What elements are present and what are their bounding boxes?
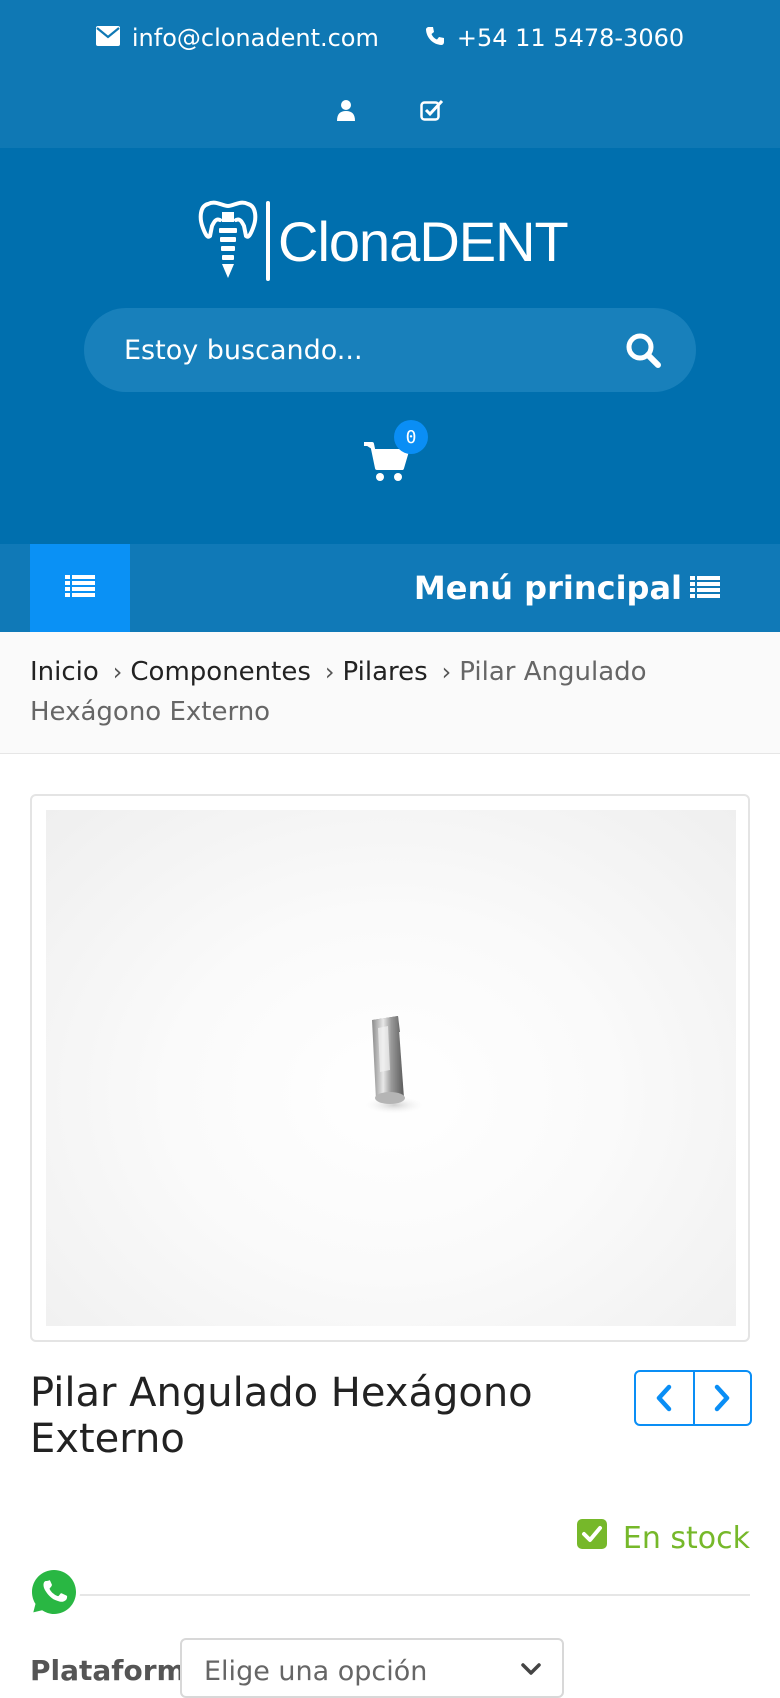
product-title: Pilar Angulado Hexágono Externo — [30, 1370, 533, 1462]
phone-icon — [425, 24, 445, 52]
product-pager — [634, 1370, 752, 1426]
breadcrumb: Inicio › Componentes › Pilares › Pilar Angulad… — [0, 632, 780, 754]
cart-button[interactable]: 0 — [364, 420, 428, 486]
phone-text: +54 11 5478-3060 — [456, 24, 685, 52]
email-text: info@clonadent.com — [131, 24, 379, 52]
breadcrumb-item-componentes[interactable]: Componentes — [130, 657, 311, 687]
platform-select[interactable]: Elige una opción — [180, 1638, 564, 1698]
main-menu-label: Menú principal — [413, 569, 682, 607]
contact-row: info@clonadent.com +54 11 5478-3060 — [0, 18, 780, 58]
stock-status: En stock — [576, 1518, 750, 1558]
checkbox-icon[interactable] — [420, 99, 444, 125]
top-bar: info@clonadent.com +54 11 5478-3060 — [0, 0, 780, 148]
divider — [30, 1594, 750, 1596]
search-input[interactable] — [124, 326, 604, 374]
phone-link[interactable]: +54 11 5478-3060 — [425, 24, 684, 52]
chevron-left-icon — [657, 1384, 672, 1412]
user-icon[interactable] — [336, 99, 356, 125]
category-menu-toggle[interactable] — [30, 544, 130, 632]
tooth-implant-icon — [198, 200, 258, 278]
site-header: ClonaDENT 0 — [0, 148, 780, 544]
abutment-photo — [364, 1016, 424, 1114]
chevron-down-icon — [520, 1662, 542, 1682]
site-logo[interactable]: ClonaDENT — [198, 198, 582, 284]
logo-divider — [266, 201, 270, 281]
stock-text: En stock — [622, 1520, 750, 1556]
main-navbar: Menú principal — [0, 544, 780, 632]
whatsapp-icon — [28, 1566, 80, 1618]
variation-label: Plataforma — [30, 1654, 205, 1687]
main-menu-button[interactable]: Menú principal — [414, 544, 720, 632]
breadcrumb-item-pilares[interactable]: Pilares — [343, 657, 428, 687]
envelope-icon — [95, 24, 120, 52]
search-icon[interactable] — [622, 328, 666, 372]
product-image[interactable] — [46, 810, 736, 1326]
chevron-right-icon: › — [441, 658, 452, 686]
chevron-right-icon — [715, 1384, 730, 1412]
search-bar — [84, 308, 696, 392]
breadcrumb-current: Pilar Angulado Hexágono Externo — [30, 657, 647, 727]
chevron-right-icon: › — [324, 658, 335, 686]
check-square-icon — [576, 1519, 607, 1557]
whatsapp-button[interactable] — [26, 1564, 82, 1620]
breadcrumb-item-inicio[interactable]: Inicio — [30, 657, 99, 687]
chevron-right-icon: › — [112, 658, 123, 686]
account-row — [0, 94, 780, 130]
prev-product-button[interactable] — [636, 1372, 693, 1424]
product-gallery[interactable] — [30, 794, 750, 1342]
email-link[interactable]: info@clonadent.com — [95, 24, 379, 52]
next-product-button[interactable] — [692, 1372, 750, 1424]
cart-count-badge: 0 — [394, 420, 428, 454]
list-icon — [65, 574, 95, 602]
logo-text: ClonaDENT — [278, 209, 569, 273]
platform-select-value: Elige una opción — [204, 1656, 428, 1687]
list-icon — [690, 569, 720, 607]
